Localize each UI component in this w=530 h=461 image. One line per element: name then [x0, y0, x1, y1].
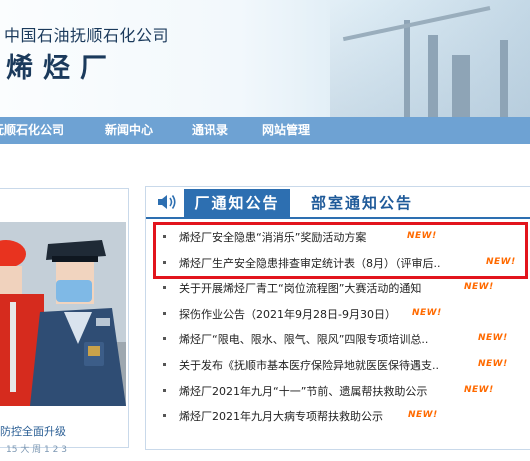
- notice-title[interactable]: 探伤作业公告（2021年9月28日-9月30日）: [179, 306, 396, 322]
- list-item[interactable]: 关于发布《抚顺市基本医疗保险异地就医医保待遇支.. NEW!: [146, 353, 530, 379]
- bullet-icon: [163, 388, 166, 392]
- notices-tabbar: 厂通知公告 部室通知公告: [146, 187, 530, 219]
- tower-graphic: [500, 40, 508, 117]
- speaker-icon: [158, 195, 176, 209]
- tower-graphic: [452, 55, 470, 117]
- new-badge: NEW!: [407, 231, 437, 241]
- bullet-icon: [163, 311, 166, 315]
- new-badge: NEW!: [478, 333, 508, 344]
- header-banner: 中国石油抚顺石化公司 烯烃厂: [0, 0, 530, 117]
- notice-title[interactable]: 烯烃厂生产安全隐患排查审定统计表（8月）（评审后..: [179, 255, 441, 271]
- feature-photo-illustration: [0, 222, 126, 406]
- main-nav: 抚顺石化公司 新闻中心 通讯录 网站管理: [0, 117, 530, 144]
- list-item[interactable]: 烯烃厂生产安全隐患排查审定统计表（8月）（评审后.. NEW!: [146, 251, 530, 277]
- bullet-icon: [163, 286, 166, 290]
- nav-item-directory[interactable]: 通讯录: [192, 117, 228, 144]
- notices-panel: 厂通知公告 部室通知公告 烯烃厂安全隐患“消消乐”奖励活动方案 NEW! 烯烃厂…: [145, 186, 530, 450]
- list-item[interactable]: 烯烃厂2021年九月大病专项帮扶救助公示 NEW!: [146, 404, 530, 430]
- company-name: 中国石油抚顺石化公司: [4, 26, 170, 45]
- notice-title[interactable]: 烯烃厂“限电、限水、限气、限风”四限专项培训总..: [179, 331, 428, 347]
- list-item[interactable]: 烯烃厂2021年九月“十一”节前、遗属帮扶救助公示 NEW!: [146, 379, 530, 405]
- bullet-icon: [163, 362, 166, 366]
- bullet-icon: [163, 260, 166, 264]
- new-badge: NEW!: [412, 307, 442, 318]
- tab-department-notices[interactable]: 部室通知公告: [311, 189, 413, 217]
- feature-photo[interactable]: [0, 222, 126, 406]
- new-badge: NEW!: [408, 410, 438, 421]
- new-badge: NEW!: [478, 358, 508, 369]
- notice-title[interactable]: 烯烃厂2021年九月“十一”节前、遗属帮扶救助公示: [179, 383, 427, 399]
- nav-item-news[interactable]: 新闻中心: [105, 117, 153, 144]
- notice-title[interactable]: 烯烃厂安全隐患“消消乐”奖励活动方案: [179, 229, 366, 245]
- new-badge: NEW!: [486, 256, 516, 267]
- bullet-icon: [163, 235, 166, 238]
- department-name: 烯烃厂: [6, 53, 117, 84]
- bullet-icon: [163, 337, 166, 341]
- list-item[interactable]: 关于开展烯烃厂青工“岗位流程图”大赛活动的通知 NEW!: [146, 276, 530, 302]
- notice-title[interactable]: 烯烃厂2021年九月大病专项帮扶救助公示: [179, 408, 383, 424]
- nav-item-company[interactable]: 抚顺石化公司: [0, 117, 64, 144]
- new-badge: NEW!: [464, 282, 494, 293]
- notice-title[interactable]: 关于发布《抚顺市基本医疗保险异地就医医保待遇支..: [179, 357, 439, 373]
- list-item[interactable]: 探伤作业公告（2021年9月28日-9月30日） NEW!: [146, 302, 530, 328]
- nav-item-site-admin[interactable]: 网站管理: [262, 117, 310, 144]
- list-item[interactable]: 烯烃厂安全隐患“消消乐”奖励活动方案 NEW!: [146, 225, 530, 251]
- feature-caption[interactable]: 防控全面升级: [0, 423, 66, 439]
- bullet-icon: [163, 414, 166, 418]
- notice-title[interactable]: 关于开展烯烃厂青工“岗位流程图”大赛活动的通知: [179, 280, 421, 296]
- tower-graphic: [428, 35, 438, 117]
- notice-list: 烯烃厂安全隐患“消消乐”奖励活动方案 NEW! 烯烃厂生产安全隐患排查审定统计表…: [146, 225, 530, 430]
- carousel-indicator[interactable]: 15 大 周 1 2 3: [6, 442, 67, 455]
- new-badge: NEW!: [464, 384, 494, 395]
- list-item[interactable]: 烯烃厂“限电、限水、限气、限风”四限专项培训总.. NEW!: [146, 327, 530, 353]
- tab-factory-notices[interactable]: 厂通知公告: [184, 189, 290, 217]
- tower-graphic: [404, 20, 410, 117]
